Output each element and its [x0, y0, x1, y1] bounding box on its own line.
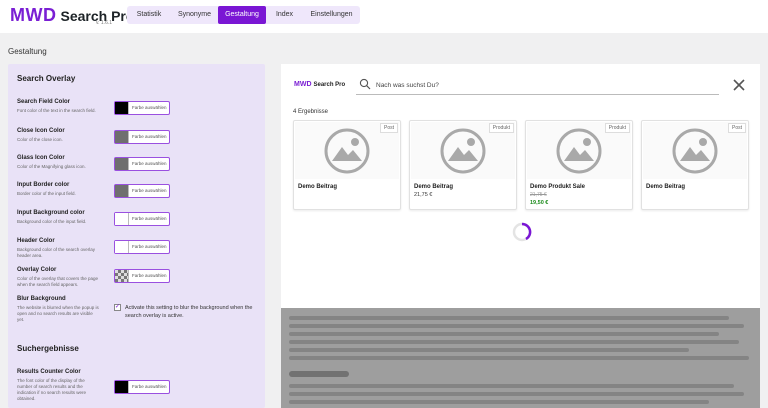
post-type-badge: Produkt: [488, 123, 514, 133]
blur-option: ✓ Activate this setting to blur the back…: [114, 304, 265, 320]
setting-search-field-color: Search Field Color Font color of the tex…: [17, 99, 262, 115]
setting-description: Font color of the text in the search fie…: [17, 108, 96, 113]
color-picker-button[interactable]: Farbe auswählen: [114, 130, 170, 144]
color-picker-label: Farbe auswählen: [132, 216, 167, 221]
setting-description: Color of the Magnifying glass icon.: [17, 164, 86, 169]
preview-brand-name: MWD: [294, 81, 312, 88]
result-title: Demo Beitrag: [646, 184, 686, 190]
color-swatch: [115, 158, 129, 170]
blurred-page-background: [281, 308, 760, 408]
color-picker-label: Farbe auswählen: [132, 105, 167, 110]
setting-description: Color of the overlay that covers the pag…: [17, 276, 99, 287]
color-swatch: [115, 185, 129, 197]
tab-einstellungen[interactable]: Einstellungen: [303, 6, 360, 24]
color-picker-button[interactable]: Farbe auswählen: [114, 212, 170, 226]
setting-description: The website is blurred when the popup is…: [17, 305, 99, 322]
setting-description: Color of the close icon.: [17, 137, 63, 142]
result-title: Demo Beitrag: [298, 184, 338, 190]
color-swatch: [115, 270, 129, 282]
setting-description: The font color of the display of the num…: [17, 378, 87, 401]
color-picker-button[interactable]: Farbe auswählen: [114, 184, 170, 198]
setting-header-color: Header Color Background color of the sea…: [17, 238, 262, 259]
search-input[interactable]: [376, 79, 696, 91]
color-picker-label: Farbe auswählen: [132, 134, 167, 139]
color-swatch: [115, 381, 129, 393]
settings-panel: Search Overlay Search Field Color Font c…: [8, 64, 265, 408]
color-picker-button[interactable]: Farbe auswählen: [114, 157, 170, 171]
tab-synonyme[interactable]: Synonyme: [171, 6, 218, 24]
result-title: Demo Produkt Sale: [530, 184, 586, 190]
suchergebnisse-heading: Suchergebnisse: [17, 344, 79, 353]
color-picker-label: Farbe auswählen: [132, 244, 167, 249]
result-title: Demo Beitrag: [414, 184, 454, 190]
tab-gestaltung[interactable]: Gestaltung: [218, 6, 266, 24]
preview-brand-product: Search Pro: [313, 82, 346, 88]
tab-statistik[interactable]: Statistik: [127, 6, 171, 24]
setting-description: Background color of the input field.: [17, 219, 87, 224]
color-swatch: [115, 213, 129, 225]
search-overlay-preview: MWD Search Pro 4 Ergebnisse Post Demo Be…: [281, 64, 760, 308]
search-icon: [359, 78, 371, 90]
color-picker-button[interactable]: Farbe auswählen: [114, 269, 170, 283]
tab-index[interactable]: Index: [266, 6, 303, 24]
color-picker-label: Farbe auswählen: [132, 188, 167, 193]
loading-spinner-icon: [512, 222, 532, 242]
result-card[interactable]: Produkt Demo Produkt Sale 21,75 € 19,50 …: [525, 120, 633, 210]
setting-input-border-color: Input Border color Border color of the i…: [17, 182, 262, 198]
color-picker-label: Farbe auswählen: [132, 384, 167, 389]
setting-description: Border color of the input field.: [17, 191, 76, 196]
close-icon[interactable]: [732, 78, 746, 92]
color-picker-button[interactable]: Farbe auswählen: [114, 101, 170, 115]
color-picker-label: Farbe auswählen: [132, 273, 167, 278]
result-price: 21,75 €: [414, 192, 433, 198]
post-type-badge: Post: [379, 123, 398, 133]
result-price-old: 21,75 €: [530, 192, 547, 198]
brand-name: MWD: [10, 5, 57, 25]
blur-checkbox-label[interactable]: Activate this setting to blur the backgr…: [125, 304, 265, 320]
result-card[interactable]: Produkt Demo Beitrag 21,75 €: [409, 120, 517, 210]
setting-description: Background color of the search overlay h…: [17, 247, 96, 258]
top-bar: MWD Search Pro v. 1.6.1 Statistik Synony…: [0, 0, 768, 33]
color-picker-button[interactable]: Farbe auswählen: [114, 240, 170, 254]
setting-results-counter-color: Results Counter Color The font color of …: [17, 369, 262, 402]
main-tabs: Statistik Synonyme Gestaltung Index Eins…: [127, 6, 360, 24]
setting-blur-background: Blur Background The website is blurred w…: [17, 296, 262, 323]
setting-glass-icon-color: Glass Icon Color Color of the Magnifying…: [17, 155, 262, 171]
setting-input-background-color: Input Background color Background color …: [17, 210, 262, 226]
search-overlay-heading: Search Overlay: [17, 74, 76, 83]
result-card[interactable]: Post Demo Beitrag: [641, 120, 749, 210]
post-type-badge: Post: [727, 123, 746, 133]
post-type-badge: Produkt: [604, 123, 630, 133]
brand-version: v. 1.6.1: [96, 20, 113, 26]
preview-logo: MWD Search Pro: [294, 81, 345, 88]
setting-overlay-color: Overlay Color Color of the overlay that …: [17, 267, 262, 288]
brand-logo: MWD Search Pro: [10, 5, 134, 26]
setting-label: Blur Background: [17, 296, 66, 302]
result-card[interactable]: Post Demo Beitrag: [293, 120, 401, 210]
color-picker-button[interactable]: Farbe auswählen: [114, 380, 170, 394]
color-swatch: [115, 102, 129, 114]
setting-label: Results Counter Color: [17, 369, 81, 375]
page-title: Gestaltung: [8, 47, 47, 56]
color-picker-label: Farbe auswählen: [132, 161, 167, 166]
results-counter: 4 Ergebnisse: [293, 109, 329, 115]
blur-checkbox[interactable]: ✓: [114, 304, 121, 311]
result-price-sale: 19,50 €: [530, 200, 549, 206]
color-swatch: [115, 131, 129, 143]
setting-close-icon-color: Close Icon Color Color of the close icon…: [17, 128, 262, 144]
color-swatch: [115, 241, 129, 253]
preview-search-bar: [356, 75, 719, 95]
